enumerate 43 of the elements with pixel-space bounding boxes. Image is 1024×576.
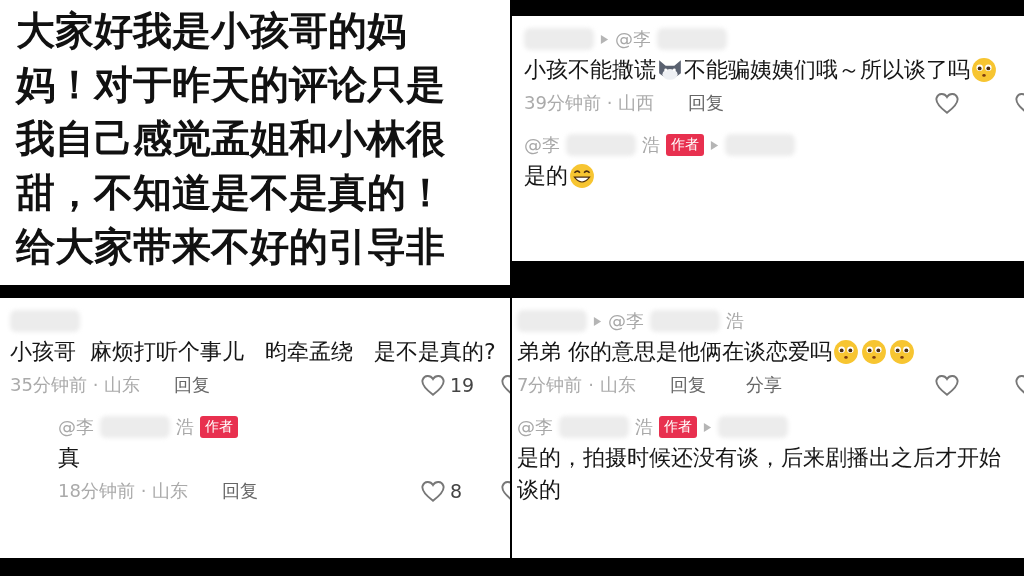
comment-text: 弟弟 你的意思是他俩在谈恋爱吗 xyxy=(517,336,1024,368)
comment-text: 小孩不能撒谎 不能骗姨姨们哦～所以谈了吗 xyxy=(524,54,1024,86)
username[interactable]: @李 xyxy=(524,133,560,157)
comment-time: 35分钟前 · 山东 xyxy=(10,373,141,397)
heart-icon xyxy=(420,373,446,397)
grin-emoji-icon xyxy=(569,163,595,189)
comment-time: 18分钟前 · 山东 xyxy=(58,479,189,503)
action-link[interactable]: 回复 xyxy=(222,479,259,503)
comment-time: 39分钟前 · 山西 xyxy=(524,91,655,115)
comment-text: 是的 xyxy=(524,160,1024,192)
like-count: 8 xyxy=(450,480,463,502)
action-link[interactable]: 回复 xyxy=(669,373,706,397)
username[interactable]: @李 xyxy=(58,415,94,439)
comment-text: 是的，拍摄时候还没有谈，后来剧播出之后才开始谈的 xyxy=(517,444,1002,504)
like-count: 19 xyxy=(450,374,475,396)
username[interactable]: 浩 xyxy=(635,415,653,439)
author-badge: 作者 xyxy=(200,416,238,438)
username[interactable]: 浩 xyxy=(642,133,660,157)
author-badge: 作者 xyxy=(659,416,697,438)
author-badge: 作者 xyxy=(666,134,704,156)
comment-time: 7分钟前 · 山东 xyxy=(517,373,636,397)
action-link[interactable]: 回复 xyxy=(688,91,725,115)
pleading-emoji-icon xyxy=(833,339,859,365)
username[interactable]: 浩 xyxy=(176,415,194,439)
pleading-emoji-icon xyxy=(861,339,887,365)
heart-icon xyxy=(934,91,960,115)
play-arrow-icon xyxy=(703,421,712,433)
username[interactable]: 浩 xyxy=(726,309,744,333)
play-arrow-icon xyxy=(710,139,719,151)
pleading-emoji-icon xyxy=(889,339,915,365)
heart-icon xyxy=(420,479,446,503)
comment-text: 真 xyxy=(58,444,81,472)
username[interactable]: @李 xyxy=(517,415,553,439)
username[interactable]: @李 xyxy=(608,309,644,333)
post-text: 大家好我是小孩哥的妈 妈！对于昨天的评论只是 我自己感觉孟姐和小林很 甜，不知道是不是真的！ 给大家带来不好的引导非 xyxy=(16,7,446,271)
play-arrow-icon xyxy=(600,33,609,45)
play-arrow-icon xyxy=(593,315,602,327)
comment-text: 小孩哥 麻烦打听个事儿 昀牵孟绕 是不是真的? xyxy=(10,338,497,366)
action-link[interactable]: 回复 xyxy=(174,373,211,397)
username[interactable]: @李 xyxy=(615,27,651,51)
pleading-emoji-icon xyxy=(971,57,997,83)
action-link[interactable]: 分享 xyxy=(745,373,782,397)
heart-icon xyxy=(934,373,960,397)
